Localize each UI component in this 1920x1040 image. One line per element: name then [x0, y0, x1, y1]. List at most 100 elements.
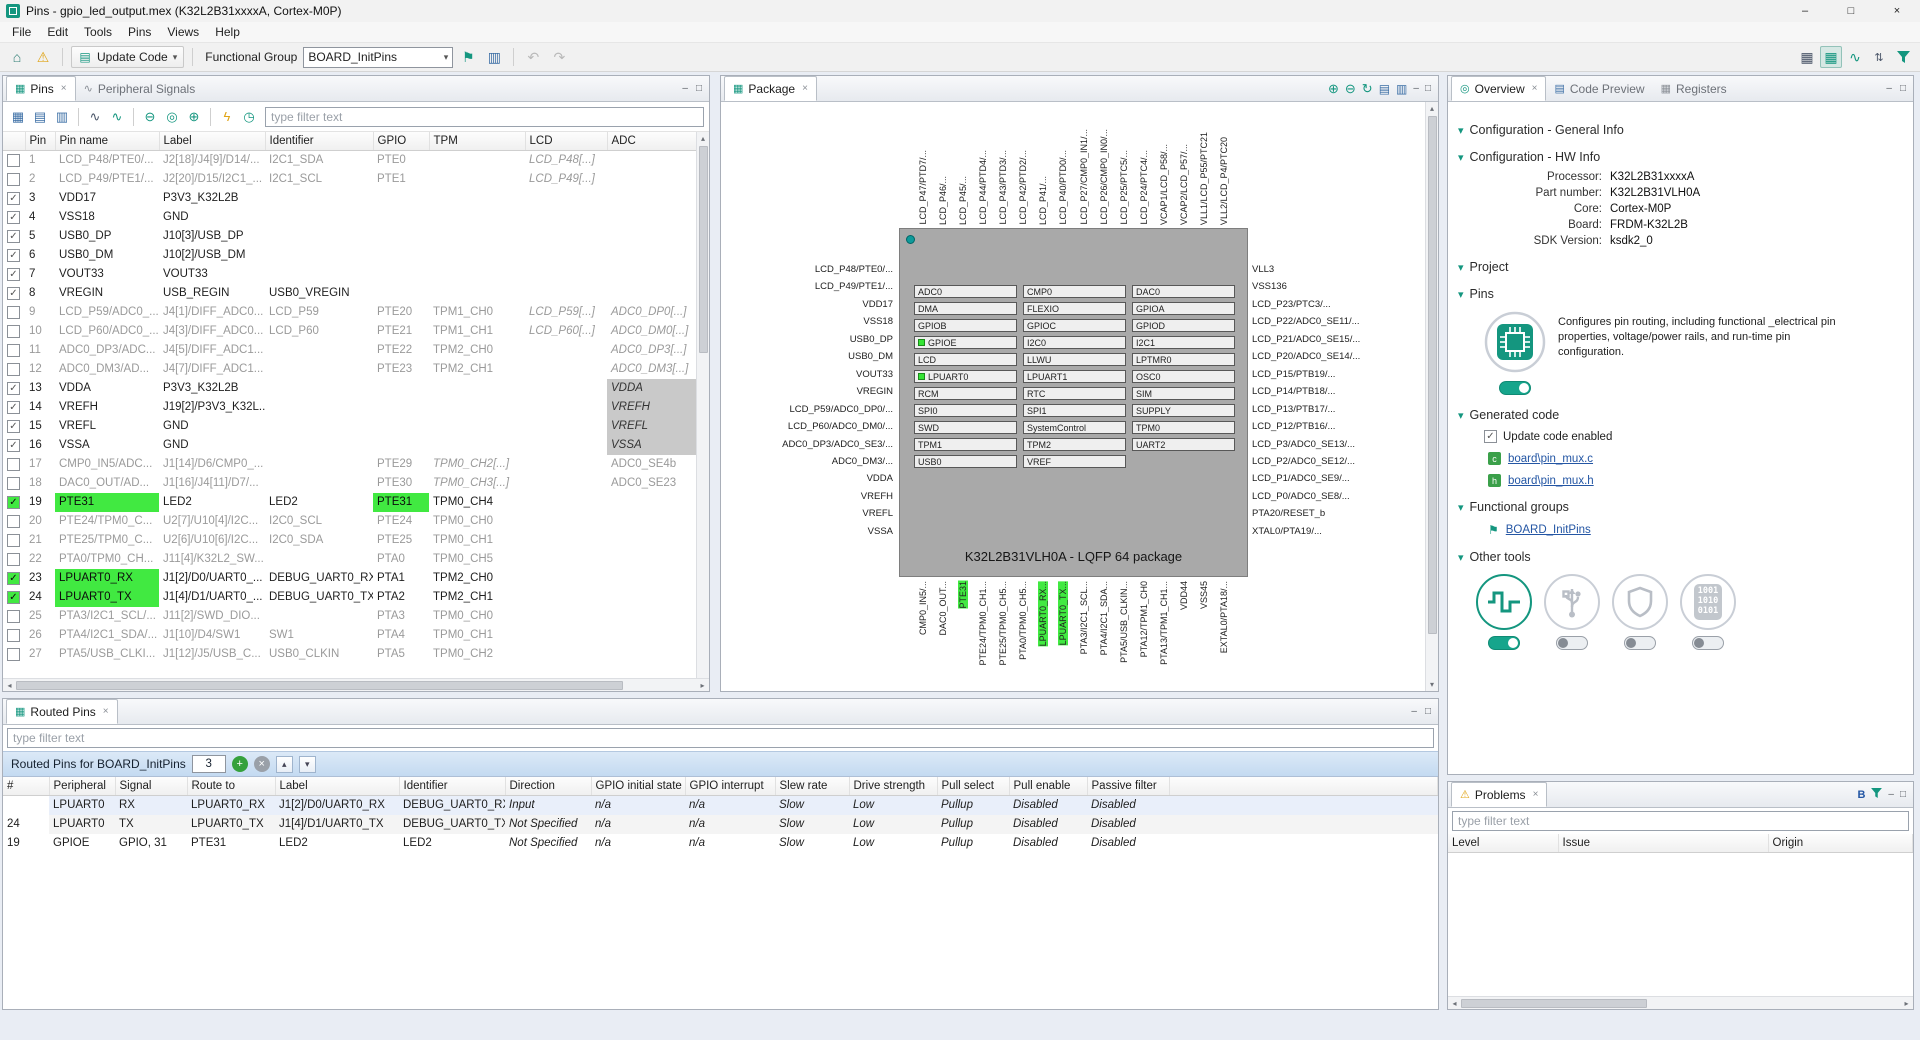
column-header-gpio-initial-state[interactable]: GPIO initial state [591, 777, 685, 796]
generated-file-link[interactable]: board\pin_mux.c [1508, 453, 1593, 465]
pin-checkbox[interactable] [7, 306, 20, 319]
package-pin-label[interactable]: VLL2/LCD_P4/PTC20 [1219, 137, 1229, 225]
pins-row-24[interactable]: 24LPUART0_TXJ1[4]/D1/UART0_...DEBUG_UART… [3, 588, 697, 607]
section-functional-groups[interactable]: ▾ Functional groups [1458, 500, 1901, 514]
pins-row-21[interactable]: 21PTE25/TPM0_C...U2[6]/U10[6]/I2C...I2C0… [3, 531, 697, 550]
column-header[interactable] [3, 132, 25, 151]
pins-row-14[interactable]: 14VREFHJ19[2]/P3V3_K32L...VREFH [3, 398, 697, 417]
functional-group-select[interactable]: BOARD_InitPins ▾ [303, 47, 453, 68]
peripheral-block-rtc[interactable]: RTC [1023, 387, 1126, 400]
package-pin-label[interactable]: LCD_P48/PTE0/... [721, 264, 893, 275]
close-icon[interactable]: × [1532, 83, 1538, 94]
view-filter-icon[interactable] [1892, 46, 1914, 68]
pin-checkbox[interactable] [7, 344, 20, 357]
view-sort-icon[interactable]: ⇅ [1868, 46, 1890, 68]
peripheral-block-gpiod[interactable]: GPIOD [1132, 319, 1235, 332]
flag-icon[interactable]: ⚑ [457, 46, 479, 68]
export-icon[interactable]: ▥ [483, 46, 505, 68]
signal-view-icon[interactable]: ∿ [85, 107, 105, 127]
package-pin-label[interactable]: PTA12/TPM1_CH0 [1139, 581, 1149, 657]
pins-row-19[interactable]: 19PTE31LED2LED2PTE31TPM0_CH4 [3, 493, 697, 512]
package-pin-label[interactable]: LCD_P44/PTD4/... [978, 150, 988, 225]
view-peripheral-signals-icon[interactable]: ∿ [1844, 46, 1866, 68]
menu-pins[interactable]: Pins [120, 23, 159, 41]
section-pins[interactable]: ▾ Pins [1458, 287, 1901, 301]
pin-checkbox[interactable] [7, 363, 20, 376]
pin-checkbox[interactable] [7, 477, 20, 490]
package-pin-label[interactable]: VCAP1/LCD_P58/... [1159, 144, 1169, 225]
peripheral-block-osc0[interactable]: OSC0 [1132, 370, 1235, 383]
column-header-origin[interactable]: Origin [1768, 834, 1913, 853]
close-icon[interactable]: × [1533, 789, 1539, 800]
package-pin-label[interactable]: LCD_P40/PTD0/... [1058, 150, 1068, 225]
pins-row-3[interactable]: 3VDD17P3V3_K32L2B [3, 189, 697, 208]
peripheral-block-rcm[interactable]: RCM [914, 387, 1017, 400]
column-header-pin-name[interactable]: Pin name [55, 132, 159, 151]
peripheral-block-tpm2[interactable]: TPM2 [1023, 438, 1126, 451]
package-pin-label[interactable]: LCD_P24/PTC4/... [1139, 150, 1149, 225]
package-pin-label[interactable]: PTA20/RESET_b [1252, 508, 1424, 519]
package-pin-label[interactable]: ADC0_DP3/ADC0_SE3/... [721, 439, 893, 450]
pins-row-4[interactable]: 4VSS18GND [3, 208, 697, 227]
pin-checkbox[interactable] [7, 572, 20, 585]
minimize-pane-icon[interactable]: – [1886, 83, 1892, 94]
pins-row-20[interactable]: 20PTE24/TPM0_C...U2[7]/U10[4]/I2C...I2C0… [3, 512, 697, 531]
timer-icon[interactable]: ◷ [239, 107, 259, 127]
pins-row-9[interactable]: 9LCD_P59/ADC0_...J4[1]/DIFF_ADC0...LCD_P… [3, 303, 697, 322]
package-pin-label[interactable]: VCAP2/LCD_P57/... [1179, 144, 1189, 225]
package-pin-label[interactable]: VDD17 [721, 299, 893, 310]
problems-filter-icon[interactable] [1871, 788, 1882, 801]
package-pin-label[interactable]: PTE24/TPM0_CH1... [978, 581, 988, 666]
pin-checkbox[interactable] [7, 439, 20, 452]
update-code-button[interactable]: ▤ Update Code ▾ [71, 46, 184, 68]
package-pin-label[interactable]: USB0_DP [721, 334, 893, 345]
package-pin-label[interactable]: LPUART0_RX... [1038, 581, 1048, 646]
pins-tool-circle-icon[interactable] [1476, 574, 1532, 630]
peripheral-block-gpioe[interactable]: GPIOE [914, 336, 1017, 349]
column-header-lcd[interactable]: LCD [525, 132, 607, 151]
binary-tool-icon[interactable]: 100110100101 [1680, 574, 1736, 630]
peripheral-block-tpm1[interactable]: TPM1 [914, 438, 1017, 451]
pins-row-1[interactable]: 1LCD_P48/PTE0/...J2[18]/J4[9]/D14/...I2C… [3, 151, 697, 170]
pin-checkbox[interactable] [7, 534, 20, 547]
pins-vertical-scrollbar[interactable]: ▴ [696, 132, 709, 678]
problems-filter-input[interactable] [1452, 811, 1909, 831]
pins-row-6[interactable]: 6USB0_DMJ10[2]/USB_DM [3, 246, 697, 265]
menu-file[interactable]: File [4, 23, 39, 41]
package-pin-label[interactable]: LCD_P13/PTB17/... [1252, 404, 1424, 415]
maximize-pane-icon[interactable]: □ [1425, 83, 1431, 94]
package-pin-label[interactable]: LCD_P21/ADC0_SE15/... [1252, 334, 1424, 345]
pins-row-13[interactable]: 13VDDAP3V3_K32L2BVDDA [3, 379, 697, 398]
package-pin-label[interactable]: EXTAL0/PTA18/... [1219, 581, 1229, 653]
section-hw-info[interactable]: ▾ Configuration - HW Info [1458, 150, 1901, 164]
peripheral-block-tpm0[interactable]: TPM0 [1132, 421, 1235, 434]
peripheral-block-swd[interactable]: SWD [914, 421, 1017, 434]
column-header-adc[interactable]: ADC [607, 132, 697, 151]
peripheral-block-lptmr0[interactable]: LPTMR0 [1132, 353, 1235, 366]
peripheral-block-lcd[interactable]: LCD [914, 353, 1017, 366]
peripheral-block-spi1[interactable]: SPI1 [1023, 404, 1126, 417]
package-pin-label[interactable]: LCD_P47/PTD7/... [918, 150, 928, 225]
package-pin-label[interactable]: LCD_P0/ADC0_SE8/... [1252, 491, 1424, 502]
pins-row-26[interactable]: 26PTA4/I2C1_SDA/...J1[10]/D4/SW1SW1PTA4T… [3, 626, 697, 645]
maximize-pane-icon[interactable]: □ [1425, 706, 1431, 717]
pins-row-12[interactable]: 12ADC0_DM3/AD...J4[7]/DIFF_ADC1...PTE23T… [3, 360, 697, 379]
package-pin-label[interactable]: LCD_P1/ADC0_SE9/... [1252, 473, 1424, 484]
column-header-tpm[interactable]: TPM [429, 132, 525, 151]
maximize-pane-icon[interactable]: □ [1900, 789, 1906, 800]
problems-horizontal-scrollbar[interactable]: ◂ ▸ [1448, 996, 1913, 1009]
package-pin-label[interactable]: LCD_P42/PTD2/... [1018, 150, 1028, 225]
close-icon[interactable]: × [802, 83, 808, 94]
rows-view-icon[interactable]: ▥ [52, 107, 72, 127]
bolt-icon[interactable]: ϟ [217, 107, 237, 127]
routed-row-24[interactable]: 24LPUART0TXLPUART0_TXJ1[4]/D1/UART0_TXDE… [3, 815, 1438, 834]
view-package-icon[interactable]: ▦ [1820, 46, 1842, 68]
package-pin-label[interactable]: PTA13/TPM1_CH1... [1159, 581, 1169, 665]
pins-row-11[interactable]: 11ADC0_DP3/ADC...J4[5]/DIFF_ADC1...PTE22… [3, 341, 697, 360]
zoom-out-icon[interactable]: ⊖ [140, 107, 160, 127]
pins-row-17[interactable]: 17CMP0_IN5/ADC...J1[14]/D6/CMP0_...PTE29… [3, 455, 697, 474]
pin-checkbox[interactable] [7, 287, 20, 300]
pin-checkbox[interactable] [7, 496, 20, 509]
pins-filter-input[interactable] [265, 107, 704, 127]
generated-file-link[interactable]: board\pin_mux.h [1508, 475, 1594, 487]
